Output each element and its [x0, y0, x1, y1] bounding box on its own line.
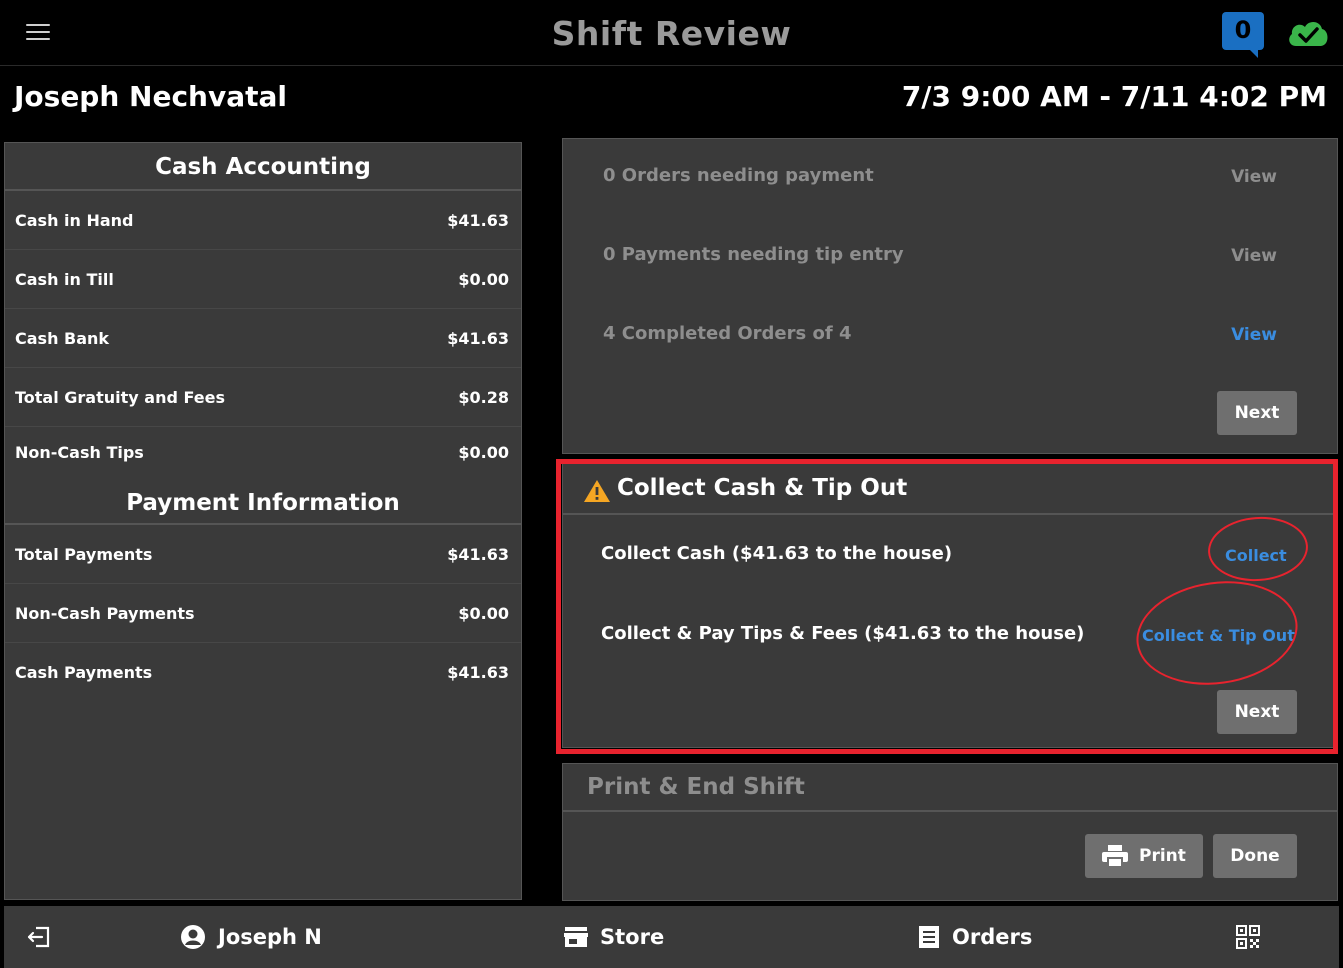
- cloud-check-icon: [1289, 21, 1328, 46]
- row-label: Cash in Till: [15, 269, 114, 289]
- cash-in-hand-row: Cash in Hand $41.63: [5, 191, 521, 250]
- orders-next-button[interactable]: Next: [1217, 391, 1297, 435]
- orders-review-card: 0 Orders needing payment View 0 Payments…: [562, 138, 1338, 454]
- cash-accounting-panel: Cash Accounting Cash in Hand $41.63 Cash…: [4, 142, 522, 900]
- non-cash-payments-row: Non-Cash Payments $0.00: [5, 584, 521, 643]
- logout-icon: [27, 926, 50, 948]
- notification-count: 0: [1234, 16, 1252, 44]
- row-value: $0.00: [458, 269, 509, 289]
- nav-orders-label: Orders: [952, 925, 1033, 949]
- row-value: $0.00: [458, 442, 509, 462]
- nav-store-label: Store: [600, 925, 665, 949]
- total-payments-row: Total Payments $41.63: [5, 525, 521, 584]
- row-label: Cash in Hand: [15, 210, 134, 230]
- view-payments-needing-tip-link[interactable]: View: [1231, 246, 1277, 266]
- employee-name: Joseph Nechvatal: [14, 80, 288, 113]
- payment-information-list: Total Payments $41.63 Non-Cash Payments …: [5, 525, 521, 702]
- row-value: $41.63: [447, 663, 509, 682]
- row-value: $0.28: [458, 387, 509, 407]
- qr-code-button[interactable]: [1236, 906, 1272, 968]
- row-label: Non-Cash Payments: [15, 603, 195, 623]
- print-card-header: Print & End Shift: [563, 764, 1337, 812]
- store-icon: [564, 927, 588, 947]
- bottom-navigation: Joseph N Store Orders: [4, 906, 1339, 968]
- page-title: Shift Review: [551, 14, 792, 53]
- row-label: Total Payments: [15, 544, 153, 564]
- nav-store[interactable]: Store: [564, 906, 664, 968]
- cash-in-till-row: Cash in Till $0.00: [5, 250, 521, 309]
- orders-receipt-icon: [919, 926, 939, 948]
- nav-user[interactable]: Joseph N: [180, 906, 322, 968]
- print-card-title: Print & End Shift: [587, 774, 805, 800]
- row-label: Cash Payments: [15, 663, 153, 682]
- row-value: $0.00: [458, 603, 509, 623]
- row-value: $41.63: [447, 210, 509, 230]
- user-avatar-icon: [181, 925, 205, 949]
- cash-accounting-title: Cash Accounting: [5, 143, 521, 191]
- logout-button[interactable]: [26, 906, 64, 968]
- print-button[interactable]: Print: [1085, 834, 1203, 878]
- nav-orders[interactable]: Orders: [918, 906, 1032, 968]
- row-value: $41.63: [447, 328, 509, 348]
- row-value: $41.63: [447, 544, 509, 564]
- cash-accounting-list: Cash in Hand $41.63 Cash in Till $0.00 C…: [5, 191, 521, 477]
- row-label: Total Gratuity and Fees: [15, 387, 225, 407]
- nav-user-label: Joseph N: [218, 925, 322, 949]
- row-label: Non-Cash Tips: [15, 442, 144, 462]
- payment-information-title: Payment Information: [5, 477, 521, 525]
- notification-badge[interactable]: 0: [1222, 12, 1264, 58]
- shift-date-range: 7/3 9:00 AM - 7/11 4:02 PM: [901, 80, 1327, 113]
- cash-payments-row: Cash Payments $41.63: [5, 643, 521, 702]
- orders-needing-payment: 0 Orders needing payment: [603, 165, 874, 186]
- top-bar: Shift Review 0: [0, 0, 1343, 66]
- payments-needing-tip-entry: 0 Payments needing tip entry: [603, 244, 904, 265]
- completed-orders: 4 Completed Orders of 4: [603, 323, 852, 344]
- cash-bank-row: Cash Bank $41.63: [5, 309, 521, 368]
- non-cash-tips-row: Non-Cash Tips $0.00: [5, 427, 521, 477]
- total-gratuity-row: Total Gratuity and Fees $0.28: [5, 368, 521, 427]
- printer-icon: [1102, 845, 1128, 868]
- done-button[interactable]: Done: [1213, 834, 1297, 878]
- row-label: Cash Bank: [15, 328, 110, 348]
- view-orders-needing-payment-link[interactable]: View: [1231, 167, 1277, 187]
- print-button-label: Print: [1139, 846, 1186, 866]
- print-end-shift-card: Print & End Shift Print Done: [562, 763, 1338, 901]
- qr-code-icon: [1236, 925, 1260, 949]
- view-completed-orders-link[interactable]: View: [1231, 325, 1277, 345]
